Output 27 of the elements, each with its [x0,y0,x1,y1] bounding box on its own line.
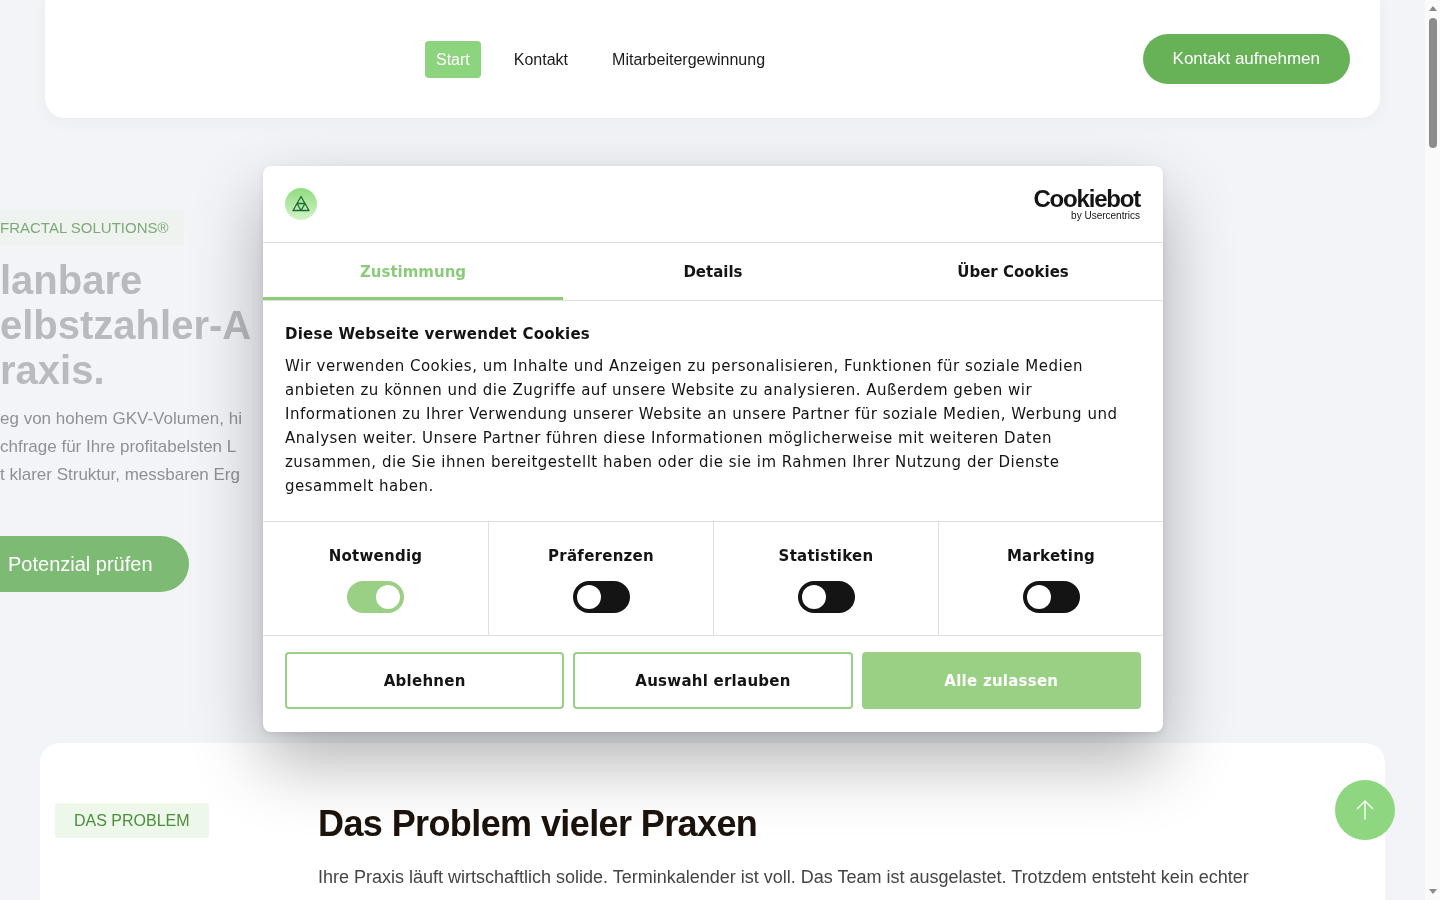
toggle-switch[interactable] [797,581,855,613]
nav-link[interactable]: Mitarbeitergewinnung [601,40,777,78]
consent-button[interactable]: Ablehnen [285,652,565,709]
toggle-switch[interactable] [1022,581,1080,613]
triangle-logo-icon [285,188,317,220]
category-label: Notwendig [328,546,423,566]
section-text: Ihre Praxis läuft wirtschaftlich solide. Terminkalender ist voll. Das Team ist ausgelastet. Trotzdem entsteht kein echter [318,866,1249,889]
section-heading: Das Problem vieler Praxen [318,803,758,845]
dialog-tab[interactable]: Über Cookies [863,243,1163,300]
category-label: Marketing [1006,546,1096,566]
dialog-text: Wir verwenden Cookies, um Inhalte und Anzeigen zu personalisieren, Funktionen für soziale Medien anbieten zu können und die Zugriffe auf unsere Website zu analysieren. Außerdem geben wir Informationen zu Ihrer Verwendung unserer Website an unsere Partner für soziale Medien, Werbung und Analysen weiter. Unsere Partner führen diese Informationen möglicherweise mit weiteren Daten zusammen, die Sie ihnen bereitgestellt haben oder die sie im Rahmen Ihrer Nutzung der Dienste gesammelt haben. [285,356,1119,497]
hero-heading: lanbare elbstzahler-A raxis. [0,258,252,393]
nav-link[interactable]: Kontakt [502,40,580,78]
consent-button[interactable]: Auswahl erlauben [573,652,853,709]
hero-text: eg von hohem GKV-Volumen, hi chfrage für Ihre profitabelsten L t klarer Struktur, messbaren Erg [0,408,242,486]
hero-tag: FRACTAL SOLUTIONS® [0,210,184,245]
toggle-switch[interactable] [572,581,630,613]
category-label: Statistiken [778,546,874,566]
category-label: Präferenzen [548,546,654,566]
toggle-switch[interactable] [347,581,404,613]
scroll-up-icon[interactable] [1428,6,1437,11]
cookiebot-logo[interactable]: Cookiebot by Usercentrics [1033,187,1140,221]
section-tag: DAS PROBLEM [55,803,209,838]
scroll-down-icon[interactable] [1428,889,1437,894]
dialog-title: Diese Webseite verwendet Cookies [285,324,592,345]
dialog-tab[interactable]: Details [563,243,863,300]
scrollbar-thumb[interactable] [1428,18,1437,148]
